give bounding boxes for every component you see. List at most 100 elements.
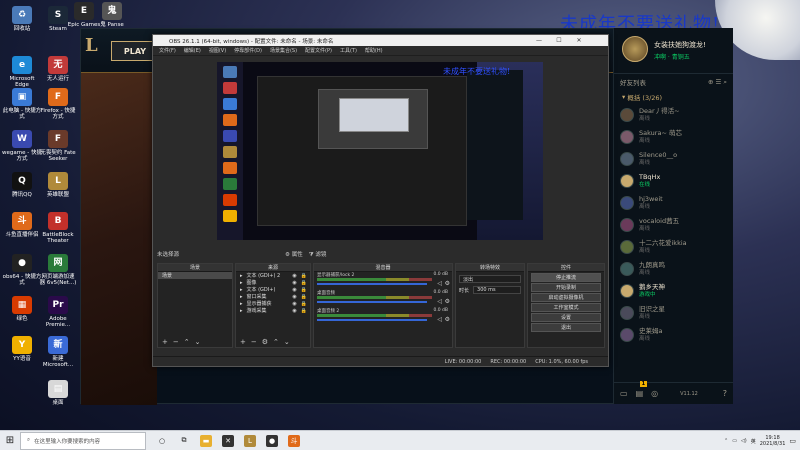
visibility-icon[interactable]: ◉	[292, 294, 296, 300]
network-icon[interactable]: ▭	[732, 438, 737, 444]
volume-icon[interactable]: ◁)	[741, 438, 747, 444]
input-language[interactable]: 英	[751, 438, 756, 445]
lock-icon[interactable]: 🔒	[301, 294, 310, 300]
desktop-icon[interactable]: Q 腾讯QQ	[2, 172, 42, 198]
desktop-icon[interactable]: ▤ 桌面	[38, 380, 78, 406]
speaker-icon[interactable]: ◁	[437, 298, 442, 305]
control-button[interactable]: 设置	[531, 313, 601, 322]
profile-card[interactable]: 女装扶她狗渡龙! 冲啊 · 青铜五	[614, 28, 733, 74]
desktop-icon[interactable]: Pr Adobe Premie...	[38, 296, 78, 329]
menu-item[interactable]: 停靠部件(D)	[234, 47, 262, 54]
friend-group[interactable]: ▾ 概括 (3/26)	[614, 90, 733, 104]
move-down-icon[interactable]: ⌄	[284, 338, 290, 346]
desktop-icon[interactable]: F 无畏契约 Fate Seeker	[38, 130, 78, 163]
control-button[interactable]: 启动虚拟摄像机	[531, 293, 601, 302]
friend-item[interactable]: Sakura~ 萌芯 离线	[614, 126, 733, 148]
visibility-icon[interactable]: ◉	[292, 280, 296, 286]
lock-icon[interactable]: 🔒	[301, 280, 310, 286]
desktop-icon[interactable]: 斗斗鱼直播伴侣	[2, 212, 42, 238]
obs-preview[interactable]: 未成年不要送礼物!	[217, 62, 543, 240]
chat-icon[interactable]: ▭	[620, 389, 628, 398]
desktop-icon[interactable]: Wwegame - 快捷方式	[2, 130, 42, 163]
search-box[interactable]: ⌕ 在这里输入你要搜索的内容	[20, 431, 146, 450]
speaker-icon[interactable]: ◁	[437, 316, 442, 323]
source-settings-icon[interactable]: ⚙	[262, 338, 268, 346]
desktop-icon[interactable]: e Microsoft Edge	[2, 56, 42, 89]
volume-slider[interactable]	[317, 301, 427, 303]
source-item[interactable]: ▸ 文本 (GDI+) 2 ◉ 🔒	[236, 272, 310, 280]
friend-item[interactable]: 鹅乡天神 游戏中	[614, 280, 733, 302]
tray-chevron-icon[interactable]: ⌃	[724, 438, 728, 444]
visibility-icon[interactable]: ◉	[292, 308, 296, 314]
lol-taskbar-icon[interactable]: L	[244, 434, 256, 447]
maximize-button[interactable]: ☐	[549, 35, 569, 46]
friend-item[interactable]: 旧识之星 离线	[614, 302, 733, 324]
avatar[interactable]	[622, 36, 648, 62]
properties-button[interactable]: ⚙ 属性	[285, 250, 303, 258]
douyu-taskbar-icon[interactable]: 斗	[288, 434, 300, 447]
add-source-icon[interactable]: +	[240, 338, 246, 346]
speaker-icon[interactable]: ◁	[437, 280, 442, 287]
friend-item[interactable]: vocaloid茜五 离线	[614, 214, 733, 236]
source-item[interactable]: ▸ 文本 (GDI+) ◉ 🔒	[236, 286, 310, 294]
help-icon[interactable]: ?	[723, 389, 727, 398]
visibility-icon[interactable]: ◉	[292, 301, 296, 307]
lock-icon[interactable]: 🔒	[301, 308, 310, 314]
desktop-icon[interactable]: 无无人运行	[38, 56, 78, 82]
lock-icon[interactable]: 🔒	[301, 301, 310, 307]
menu-item[interactable]: 帮助(H)	[365, 47, 383, 54]
add-friend-icon[interactable]: ⊕ ☰ ⌕	[708, 78, 727, 87]
desktop-icon[interactable]: ▦ 绿色	[2, 296, 42, 322]
friend-item[interactable]: 史莱姆a 离线	[614, 324, 733, 346]
remove-source-icon[interactable]: −	[251, 338, 257, 346]
control-button[interactable]: 开始录制	[531, 283, 601, 292]
visibility-icon[interactable]: ◉	[292, 287, 296, 293]
xbox-icon[interactable]: ✕	[222, 434, 234, 447]
volume-slider[interactable]	[317, 283, 427, 285]
desktop-icon[interactable]: ♻ 回收站	[2, 6, 42, 32]
remove-scene-icon[interactable]: −	[173, 338, 179, 346]
desktop-icon[interactable]: ● obs64 - 快捷方式	[2, 254, 42, 287]
menu-item[interactable]: 文件(F)	[159, 47, 176, 54]
obs-taskbar-icon[interactable]: ●	[266, 434, 278, 447]
start-button[interactable]: ⊞	[0, 431, 20, 450]
file-explorer-icon[interactable]: ▬	[200, 434, 212, 447]
scene-item[interactable]: 场景	[158, 272, 232, 279]
source-item[interactable]: ▸ 显示器捕获 ◉ 🔒	[236, 300, 310, 308]
channel-settings-icon[interactable]: ⚙	[445, 298, 450, 305]
control-button[interactable]: 工作室模式	[531, 303, 601, 312]
cortana-icon[interactable]: ○	[156, 435, 168, 447]
channel-settings-icon[interactable]: ⚙	[445, 316, 450, 323]
menu-item[interactable]: 配置文件(P)	[305, 47, 332, 54]
friend-item[interactable]: 九朗真鸣 离线	[614, 258, 733, 280]
add-scene-icon[interactable]: +	[162, 338, 168, 346]
desktop-icon[interactable]: 网网页端游加速 器 6v5(Net...)	[38, 254, 78, 287]
notification-center-icon[interactable]: ▭	[789, 437, 796, 445]
close-button[interactable]: ✕	[569, 35, 589, 46]
move-up-icon[interactable]: ⌃	[184, 338, 190, 346]
friend-item[interactable]: Dear丿得活~ 离线	[614, 104, 733, 126]
channel-settings-icon[interactable]: ⚙	[445, 280, 450, 287]
volume-slider[interactable]	[317, 319, 427, 321]
lock-icon[interactable]: 🔒	[301, 273, 310, 279]
move-down-icon[interactable]: ⌄	[195, 338, 201, 346]
menu-item[interactable]: 视图(V)	[209, 47, 226, 54]
menu-item[interactable]: 工具(T)	[340, 47, 357, 54]
mission-icon[interactable]: ◎	[651, 389, 658, 398]
visibility-icon[interactable]: ◉	[292, 273, 296, 279]
friend-item[interactable]: hj3weit 离线	[614, 192, 733, 214]
friend-item[interactable]: Silence0__o 离线	[614, 148, 733, 170]
source-item[interactable]: ▸ 窗口采集 ◉ 🔒	[236, 293, 310, 301]
desktop-icon[interactable]: L 英雄联盟	[38, 172, 78, 198]
friend-item[interactable]: 十二六花爱ikkia 离线	[614, 236, 733, 258]
filters-button[interactable]: ⧩ 滤镜	[309, 250, 327, 259]
desktop-icon[interactable]: ▣ 此电脑 - 快捷方式	[2, 88, 42, 121]
desktop-icon[interactable]: B BattleBlock Theater	[38, 212, 78, 245]
move-up-icon[interactable]: ⌃	[273, 338, 279, 346]
menu-item[interactable]: 编辑(E)	[184, 47, 201, 54]
desktop-icon[interactable]: 新新建 Microsoft...	[38, 336, 78, 369]
clock[interactable]: 19:18 2021/8/31	[760, 435, 786, 447]
friend-item[interactable]: TBqHx 在线	[614, 170, 733, 192]
control-button[interactable]: 停止推流	[531, 273, 601, 282]
control-button[interactable]: 退出	[531, 323, 601, 332]
